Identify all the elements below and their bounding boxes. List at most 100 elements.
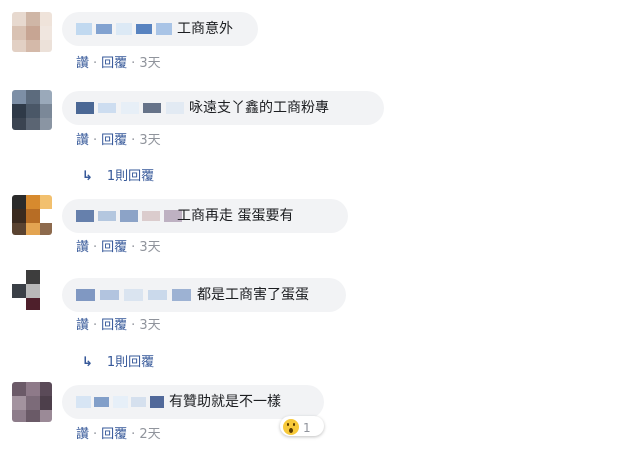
avatar-pixel xyxy=(26,209,40,223)
view-replies-link[interactable]: ↳ 1則回覆 xyxy=(82,354,154,372)
avatar-pixel xyxy=(26,284,40,298)
mosaic-block xyxy=(143,103,162,113)
mosaic-block xyxy=(120,210,138,222)
avatar-pixel xyxy=(12,104,26,118)
reply-arrow-icon: ↳ xyxy=(82,169,93,184)
mosaic-block xyxy=(96,24,112,34)
comment-actions: 讚 · 回覆 · 2天 xyxy=(76,426,161,444)
mosaic-block xyxy=(116,23,132,35)
avatar-pixel xyxy=(40,118,52,130)
avatar-pixel xyxy=(12,270,26,284)
comment-item: 咏遠支丫鑫的工商粉專 讚 · 回覆 · 3天 ↳ 1則回覆 xyxy=(0,88,630,188)
mosaic-block xyxy=(148,290,168,300)
comment-text: 有贊助就是不一樣 xyxy=(169,394,281,410)
avatar-pixel xyxy=(12,410,26,422)
replies-count-label: 1則回覆 xyxy=(106,169,155,184)
comment-text: 咏遠支丫鑫的工商粉專 xyxy=(189,100,329,116)
timestamp[interactable]: 3天 xyxy=(139,240,160,255)
avatar-pixel xyxy=(40,40,52,52)
avatar-pixel xyxy=(40,104,52,118)
mosaic-block xyxy=(131,397,146,407)
avatar-pixel xyxy=(12,382,26,396)
avatar[interactable] xyxy=(12,195,52,235)
avatar-pixel xyxy=(26,410,40,422)
replies-count-label: 1則回覆 xyxy=(106,355,155,370)
comment-item: 有贊助就是不一樣 1 讚 · 回覆 · 2天 xyxy=(0,378,630,454)
avatar-pixel xyxy=(26,90,40,104)
like-button[interactable]: 讚 xyxy=(76,133,89,148)
like-button[interactable]: 讚 xyxy=(76,318,89,333)
avatar-pixel xyxy=(40,223,52,235)
comment-actions: 讚 · 回覆 · 3天 xyxy=(76,55,161,73)
separator-dot: · xyxy=(93,240,98,255)
mosaic-block xyxy=(136,24,152,34)
reply-button[interactable]: 回覆 xyxy=(101,56,127,71)
separator-dot: · xyxy=(93,133,98,148)
view-replies-link[interactable]: ↳ 1則回覆 xyxy=(82,168,154,186)
comment-text: 工商再走 蛋蛋要有 xyxy=(177,208,294,224)
mosaic-block xyxy=(124,289,144,301)
comment-bubble: 咏遠支丫鑫的工商粉專 xyxy=(62,91,384,125)
like-button[interactable]: 讚 xyxy=(76,240,89,255)
timestamp[interactable]: 3天 xyxy=(139,56,160,71)
avatar-pixel xyxy=(40,90,52,104)
timestamp[interactable]: 3天 xyxy=(139,133,160,148)
separator-dot: · xyxy=(131,427,136,442)
comment-actions: 讚 · 回覆 · 3天 xyxy=(76,317,161,335)
blurred-username[interactable] xyxy=(76,289,196,301)
timestamp[interactable]: 2天 xyxy=(139,427,160,442)
comment-text: 工商意外 xyxy=(177,21,233,37)
avatar-pixel xyxy=(26,298,40,310)
mosaic-block xyxy=(98,103,117,113)
like-button[interactable]: 讚 xyxy=(76,427,89,442)
avatar-pixel xyxy=(12,26,26,40)
blurred-username[interactable] xyxy=(76,23,176,35)
mosaic-block xyxy=(120,102,139,114)
avatar-pixel xyxy=(26,396,40,410)
mosaic-block xyxy=(76,23,92,35)
mosaic-block xyxy=(76,102,94,114)
separator-dot: · xyxy=(131,133,136,148)
avatar[interactable] xyxy=(12,382,52,422)
blurred-username[interactable] xyxy=(76,102,188,114)
avatar-pixel xyxy=(12,12,26,26)
comment-bubble: 都是工商害了蛋蛋 xyxy=(62,278,346,312)
avatar[interactable] xyxy=(12,270,52,310)
blurred-username[interactable] xyxy=(76,210,186,222)
avatar-pixel xyxy=(12,298,26,310)
separator-dot: · xyxy=(93,427,98,442)
mosaic-block xyxy=(172,289,192,301)
avatar-pixel xyxy=(40,298,52,310)
comment-item: 工商意外 讚 · 回覆 · 3天 xyxy=(0,0,630,80)
blurred-username[interactable] xyxy=(76,396,168,408)
reaction-badge[interactable]: 1 xyxy=(280,416,324,436)
like-button[interactable]: 讚 xyxy=(76,56,89,71)
avatar-pixel xyxy=(26,223,40,235)
avatar-pixel xyxy=(40,209,52,223)
reply-button[interactable]: 回覆 xyxy=(101,133,127,148)
comment-item: 工商再走 蛋蛋要有 讚 · 回覆 · 3天 xyxy=(0,193,630,263)
avatar-pixel xyxy=(12,40,26,52)
mosaic-block xyxy=(112,396,128,408)
mosaic-block xyxy=(100,290,120,300)
mosaic-block xyxy=(94,397,110,407)
mosaic-block xyxy=(98,211,116,221)
avatar-pixel xyxy=(26,40,40,52)
avatar-pixel xyxy=(26,118,40,130)
timestamp[interactable]: 3天 xyxy=(139,318,160,333)
avatar[interactable] xyxy=(12,12,52,52)
mosaic-block xyxy=(156,23,172,35)
avatar-pixel xyxy=(26,270,40,284)
mosaic-block xyxy=(76,289,96,301)
avatar-pixel xyxy=(40,195,52,209)
separator-dot: · xyxy=(131,56,136,71)
avatar-pixel xyxy=(26,195,40,209)
avatar-pixel xyxy=(12,284,26,298)
comment-text: 都是工商害了蛋蛋 xyxy=(197,287,309,303)
separator-dot: · xyxy=(93,56,98,71)
mosaic-block xyxy=(76,210,94,222)
reply-button[interactable]: 回覆 xyxy=(101,427,127,442)
avatar[interactable] xyxy=(12,90,52,130)
reply-button[interactable]: 回覆 xyxy=(101,318,127,333)
reply-button[interactable]: 回覆 xyxy=(101,240,127,255)
